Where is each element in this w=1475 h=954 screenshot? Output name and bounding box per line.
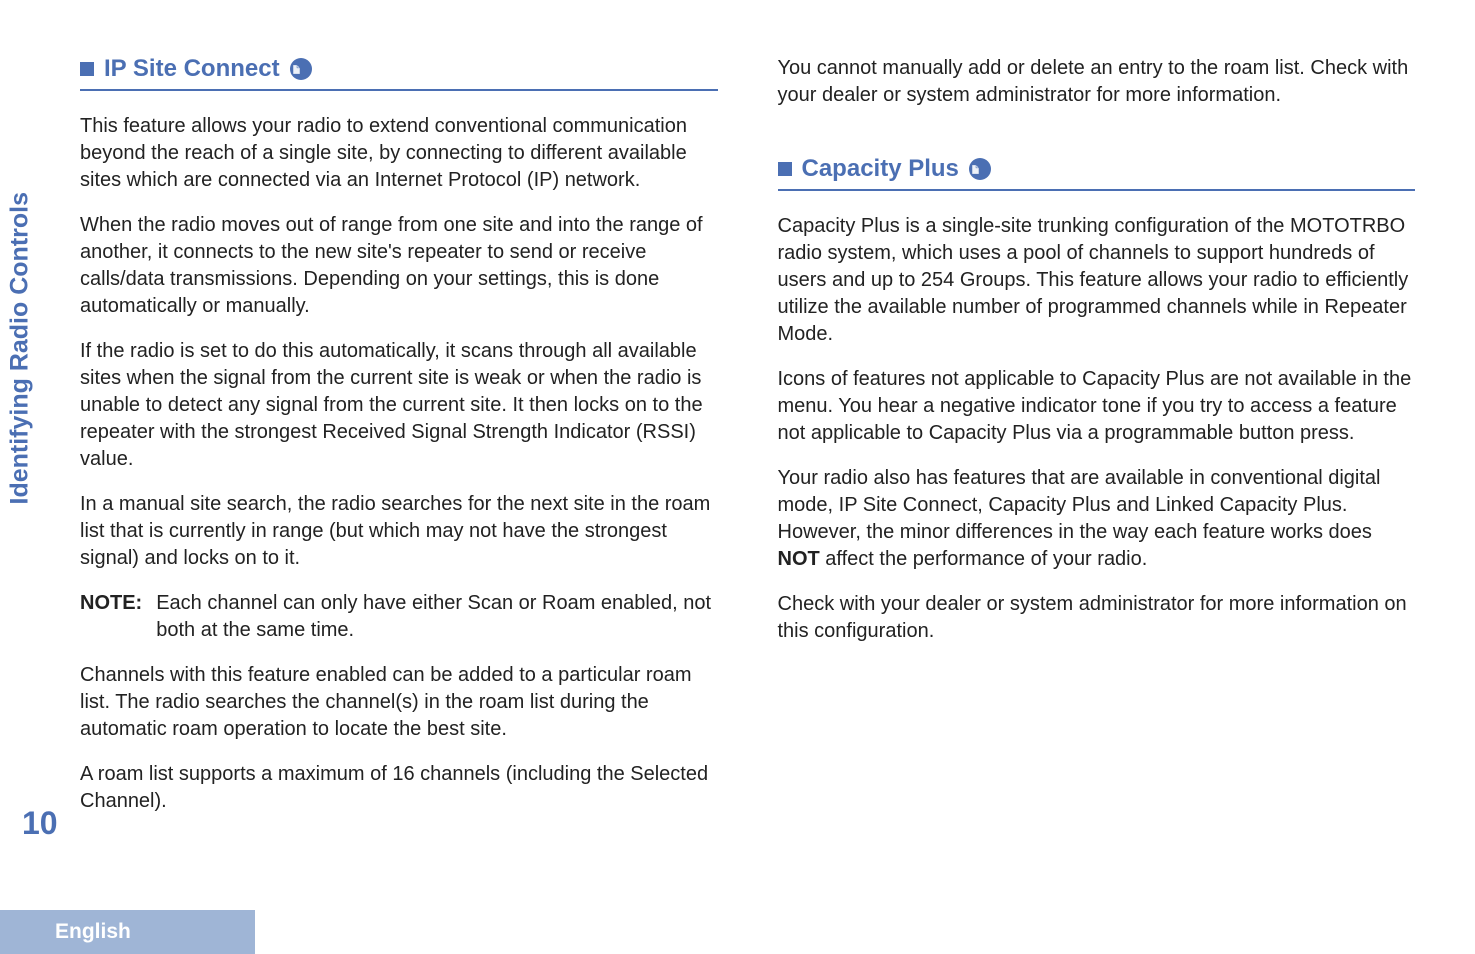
info-icon (290, 58, 312, 80)
heading-title: Capacity Plus (802, 155, 959, 183)
paragraph: Capacity Plus is a single-site trunking … (778, 213, 1416, 348)
note-label: NOTE: (80, 590, 142, 644)
paragraph: Check with your dealer or system adminis… (778, 591, 1416, 645)
paragraph: When the radio moves out of range from o… (80, 212, 718, 320)
right-column: You cannot manually add or delete an ent… (778, 55, 1416, 850)
section-heading-ip-site-connect: IP Site Connect (80, 55, 718, 91)
heading-title: IP Site Connect (104, 55, 280, 83)
language-footer: English (0, 910, 255, 954)
note-block: NOTE: Each channel can only have either … (80, 590, 718, 644)
section-heading-capacity-plus: Capacity Plus (778, 155, 1416, 191)
paragraph: If the radio is set to do this automatic… (80, 338, 718, 473)
language-label: English (55, 920, 131, 944)
note-text: Each channel can only have either Scan o… (156, 590, 717, 644)
page-content: IP Site Connect This feature allows your… (0, 0, 1475, 850)
heading-bullet-icon (778, 162, 792, 176)
paragraph: This feature allows your radio to extend… (80, 113, 718, 194)
heading-bullet-icon (80, 62, 94, 76)
paragraph: You cannot manually add or delete an ent… (778, 55, 1416, 109)
paragraph-text-pre: Your radio also has features that are av… (778, 467, 1381, 543)
paragraph: Your radio also has features that are av… (778, 465, 1416, 573)
info-icon (969, 158, 991, 180)
paragraph: Channels with this feature enabled can b… (80, 662, 718, 743)
left-column: IP Site Connect This feature allows your… (80, 55, 718, 850)
page-number: 10 (22, 805, 58, 842)
paragraph: In a manual site search, the radio searc… (80, 491, 718, 572)
paragraph: A roam list supports a maximum of 16 cha… (80, 761, 718, 815)
section-label-vertical: Identifying Radio Controls (6, 192, 35, 505)
paragraph-text-post: affect the performance of your radio. (820, 548, 1148, 570)
paragraph: Icons of features not applicable to Capa… (778, 366, 1416, 447)
paragraph-text-bold: NOT (778, 548, 820, 570)
